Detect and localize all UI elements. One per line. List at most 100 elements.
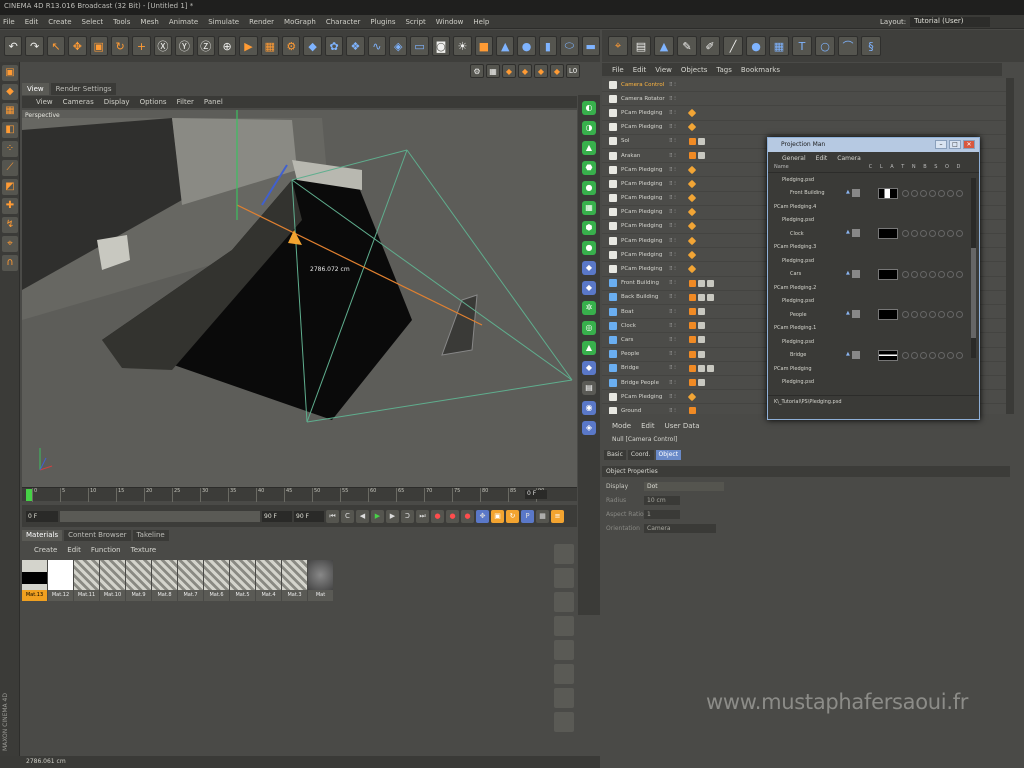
tab-materials[interactable]: Materials: [22, 530, 63, 541]
pm-row[interactable]: People ▲: [768, 308, 979, 322]
pm-row[interactable]: PCam Pledging.2: [768, 281, 979, 295]
visibility-dots[interactable]: ⠿ ⁝: [669, 280, 685, 286]
camera-icon[interactable]: ▲: [846, 351, 850, 359]
camera-icon[interactable]: ▲: [846, 270, 850, 278]
texture-tag-icon[interactable]: [698, 293, 705, 301]
pm-row[interactable]: PCam Pledging.3: [768, 241, 979, 255]
snap-icon[interactable]: ⌖: [608, 36, 628, 56]
om-menu-bookmarks[interactable]: Bookmarks: [741, 66, 780, 74]
visibility-dots[interactable]: ⠿ ⁝: [669, 365, 685, 371]
light-icon[interactable]: ☀: [453, 36, 472, 56]
pyramid-tool-icon[interactable]: ▲: [654, 36, 674, 56]
mat-tool-2-icon[interactable]: [554, 568, 574, 588]
pm-menu-general[interactable]: General: [782, 155, 806, 162]
visibility-dots[interactable]: ⠿ ⁝: [669, 124, 685, 130]
camera-tool-2-icon[interactable]: ◑: [582, 121, 596, 135]
timeline-menu-icon[interactable]: ≡: [551, 509, 564, 523]
pm-row[interactable]: Pledging.psd: [768, 295, 979, 309]
compositing-tag-icon[interactable]: [687, 392, 697, 401]
camera-tool-6-icon[interactable]: ▦: [582, 201, 596, 215]
attr-menu-mode[interactable]: Mode: [612, 422, 631, 430]
pm-row[interactable]: Pledging.psd: [768, 214, 979, 228]
sphere-icon[interactable]: ●: [517, 36, 536, 56]
om-menu-view[interactable]: View: [655, 66, 672, 74]
visibility-dots[interactable]: ⠿ ⁝: [669, 195, 685, 201]
compositing-tag-icon[interactable]: [687, 193, 697, 203]
position-key-icon[interactable]: ✥: [476, 509, 489, 523]
snapping-icon[interactable]: ⌖: [2, 236, 18, 252]
projection-tag-icon[interactable]: [689, 379, 696, 387]
visibility-dots[interactable]: ⠿ ⁝: [669, 153, 685, 159]
camera-tool-15-icon[interactable]: ▤: [582, 381, 596, 395]
range-slider[interactable]: [60, 510, 260, 522]
range-end-field[interactable]: 90 F: [294, 510, 324, 522]
menu-simulate[interactable]: Simulate: [208, 18, 239, 26]
projection-tag-icon[interactable]: [689, 407, 696, 414]
material-item[interactable]: Mat.3: [282, 560, 307, 602]
compositing-tag-icon[interactable]: [687, 208, 697, 217]
menu-help[interactable]: Help: [473, 18, 489, 26]
rotation-key-icon[interactable]: ↻: [506, 509, 519, 523]
pm-row[interactable]: Pledging.psd: [768, 335, 979, 349]
tab-basic[interactable]: Basic: [604, 450, 626, 460]
object-row[interactable]: Camera Rotator ⠿ ⁝: [602, 92, 1007, 107]
next-key-icon[interactable]: Ↄ: [401, 509, 414, 523]
mat-tool-6-icon[interactable]: [554, 664, 574, 684]
projection-man-scrollbar[interactable]: [971, 178, 976, 358]
undo-icon[interactable]: ↶: [4, 36, 23, 56]
visibility-dots[interactable]: ⠿ ⁝: [669, 408, 685, 414]
orientation-dropdown[interactable]: Camera: [644, 524, 716, 533]
prev-frame-icon[interactable]: ◀: [356, 509, 369, 523]
projection-tag-icon[interactable]: [689, 322, 696, 330]
om-menu-file[interactable]: File: [612, 66, 624, 74]
menu-tools[interactable]: Tools: [113, 18, 130, 26]
compositing-tag-icon[interactable]: [687, 108, 697, 118]
menu-file[interactable]: File: [3, 18, 15, 26]
object-row[interactable]: Camera Control ⠿ ⁝: [602, 78, 1007, 93]
texture-tag-icon[interactable]: [707, 279, 714, 287]
visibility-dots[interactable]: ⠿ ⁝: [669, 337, 685, 343]
pm-flag-toggles[interactable]: [902, 230, 963, 237]
menu-create[interactable]: Create: [48, 18, 71, 26]
pm-row[interactable]: Bridge ▲: [768, 349, 979, 363]
camera-tool-16-icon[interactable]: ◉: [582, 401, 596, 415]
z-axis-icon[interactable]: Ⓩ: [196, 36, 215, 56]
text-icon[interactable]: T: [792, 36, 812, 56]
object-row[interactable]: PCam Pledging ⠿ ⁝: [602, 121, 1007, 135]
menu-select[interactable]: Select: [82, 18, 104, 26]
texture-tag-icon[interactable]: [698, 308, 705, 316]
go-end-icon[interactable]: ⏭: [416, 509, 429, 523]
mat-menu-texture[interactable]: Texture: [131, 546, 157, 554]
pm-row[interactable]: Front Building ▲: [768, 187, 979, 201]
mat-tool-7-icon[interactable]: [554, 688, 574, 708]
pm-flag-toggles[interactable]: [902, 270, 963, 278]
knife-icon[interactable]: ╱: [723, 36, 743, 56]
helix-icon[interactable]: §: [861, 36, 881, 56]
menu-plugins[interactable]: Plugins: [370, 18, 395, 26]
menu-window[interactable]: Window: [436, 18, 464, 26]
record-icon[interactable]: ●: [431, 509, 444, 523]
camera-tool-12-icon[interactable]: ◎: [582, 321, 596, 335]
visibility-dots[interactable]: ⠿ ⁝: [669, 96, 685, 102]
vp-menu-panel[interactable]: Panel: [204, 98, 223, 106]
projection-tag-icon[interactable]: [689, 336, 696, 344]
tab-takeline[interactable]: Takeline: [132, 530, 169, 541]
texture-icon[interactable]: ▦: [769, 36, 789, 56]
redo-icon[interactable]: ↷: [25, 36, 44, 56]
visibility-dots[interactable]: ⠿ ⁝: [669, 252, 685, 258]
rotate-icon[interactable]: ↻: [110, 36, 130, 56]
material-item[interactable]: Mat.10: [100, 560, 125, 602]
projection-tag-icon[interactable]: [689, 137, 696, 145]
tab-render-settings[interactable]: Render Settings: [50, 83, 117, 95]
om-menu-tags[interactable]: Tags: [716, 66, 732, 74]
camera-tool-3-icon[interactable]: ▲: [582, 141, 596, 155]
paint-icon[interactable]: ✎: [677, 36, 697, 56]
pm-row[interactable]: Clock ▲: [768, 227, 979, 241]
material-item[interactable]: Mat.8: [152, 560, 177, 602]
texture-tag-icon[interactable]: [707, 364, 714, 372]
pm-row[interactable]: Pledging.psd: [768, 173, 979, 187]
perspective-viewport[interactable]: Perspective 2786.072 cm: [22, 110, 577, 488]
tab-view[interactable]: View: [22, 83, 49, 95]
menu-mesh[interactable]: Mesh: [140, 18, 158, 26]
visibility-dots[interactable]: ⠿ ⁝: [669, 309, 685, 315]
